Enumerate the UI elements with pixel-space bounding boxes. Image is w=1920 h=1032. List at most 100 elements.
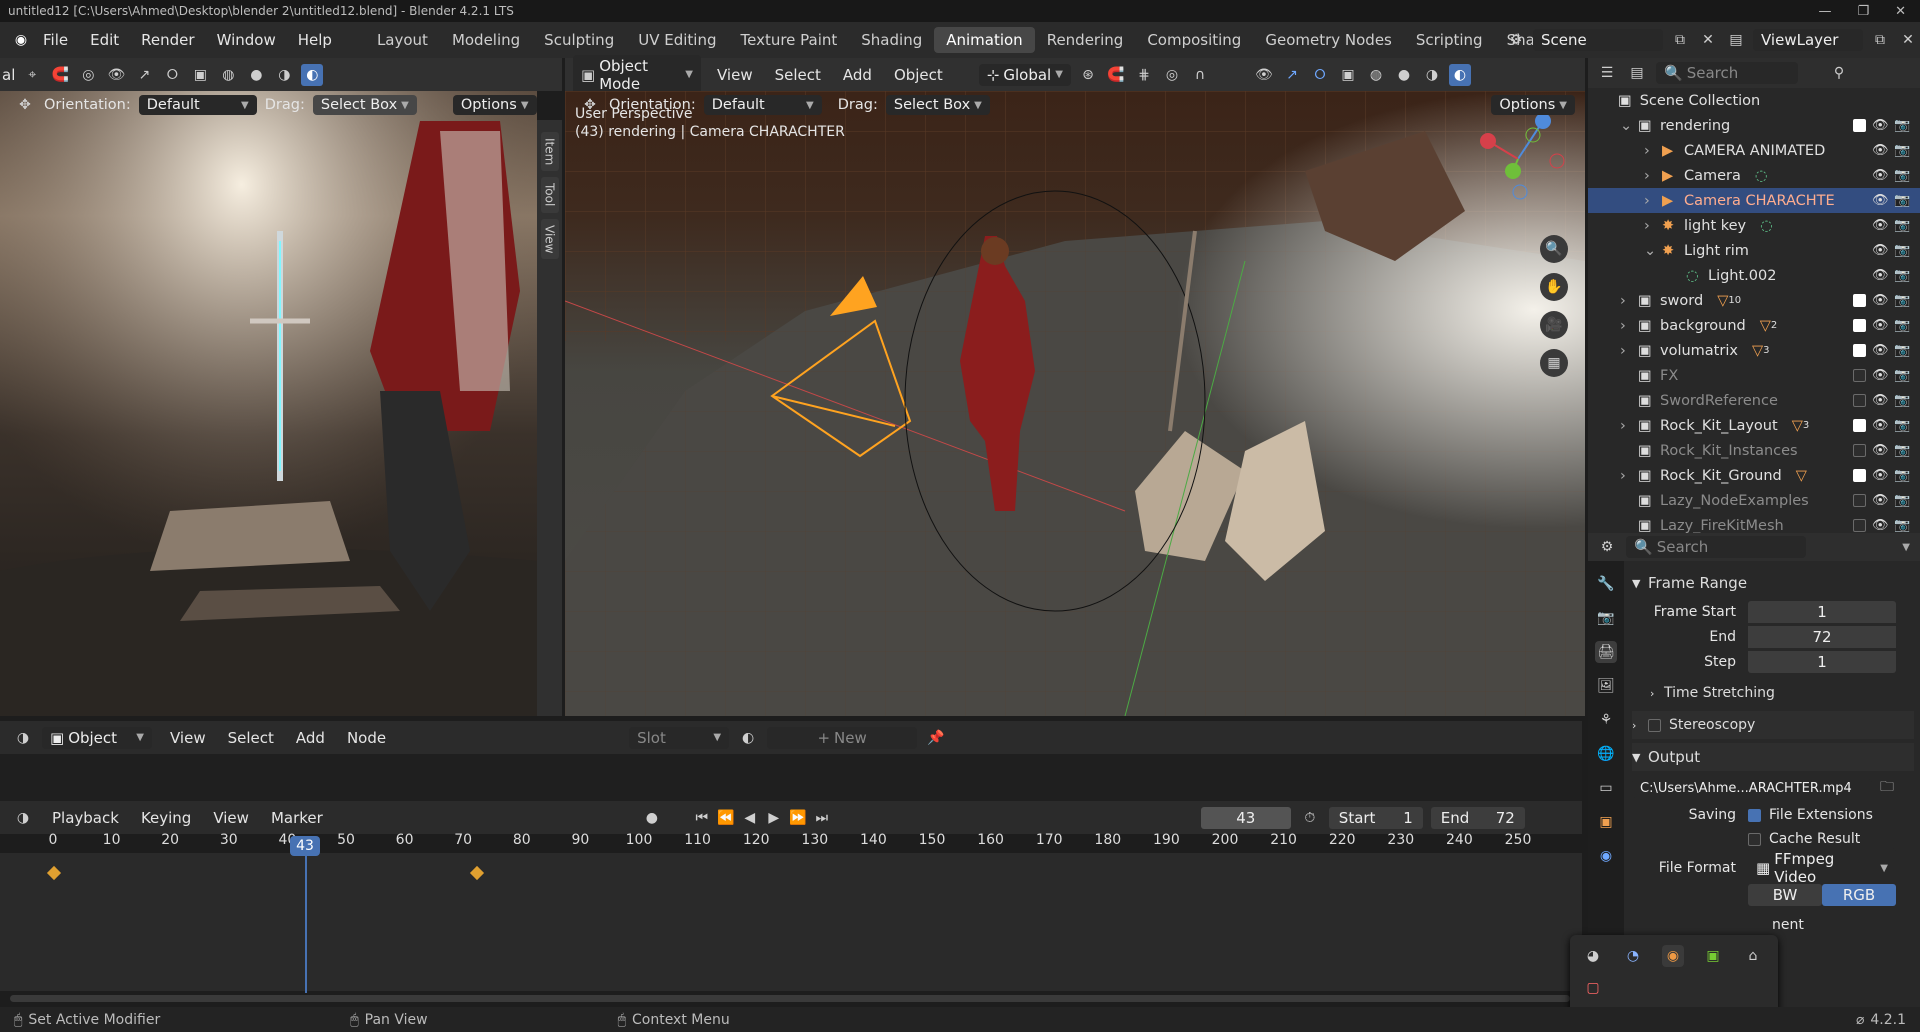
outliner-item-rock-kit-layout[interactable]: › ▣ Rock_Kit_Layout ▽ 3 👁 📷 bbox=[1588, 413, 1920, 438]
discord-icon[interactable]: ◕ bbox=[1582, 945, 1604, 967]
outliner-item-sword[interactable]: › ▣ sword ▽ 10 👁 📷 bbox=[1588, 288, 1920, 313]
drag-dropdown[interactable]: Select Box ▼ bbox=[312, 95, 417, 115]
viewport-menu-add[interactable]: Add bbox=[833, 66, 882, 84]
eye-icon[interactable]: 👁 bbox=[1872, 268, 1889, 283]
navigation-gizmo[interactable] bbox=[1473, 109, 1573, 209]
timeline-menu-playback[interactable]: Playback bbox=[42, 809, 129, 827]
tab-animation[interactable]: Animation bbox=[934, 27, 1035, 53]
color-bw-button[interactable]: BW bbox=[1748, 884, 1822, 906]
viewlayer-selector[interactable]: ViewLayer bbox=[1753, 29, 1863, 51]
exclude-checkbox[interactable] bbox=[1853, 469, 1866, 482]
mode-fragment[interactable]: al bbox=[2, 66, 15, 84]
eye-icon[interactable]: 👁 bbox=[1872, 518, 1889, 533]
editor-type-icon[interactable]: ◑ bbox=[12, 727, 34, 749]
eye-icon[interactable]: 👁 bbox=[1872, 318, 1889, 333]
new-scene-icon[interactable]: ⧉ bbox=[1669, 29, 1691, 51]
output-tab-icon[interactable]: 🖨 bbox=[1595, 641, 1617, 663]
node-menu-view[interactable]: View bbox=[160, 729, 216, 747]
auto-key-icon[interactable]: ● bbox=[641, 807, 663, 829]
expand-icon[interactable]: › bbox=[1620, 468, 1638, 484]
frame-end-field[interactable]: 72 bbox=[1748, 626, 1896, 648]
jump-start-icon[interactable]: ⏮ bbox=[691, 807, 713, 829]
snap-icon[interactable]: 🧲 bbox=[49, 64, 71, 86]
sidebar-tab-view[interactable]: View bbox=[540, 218, 559, 260]
expand-icon[interactable]: › bbox=[1620, 293, 1638, 309]
outliner-item-camera-charachte[interactable]: › ▶ Camera CHARACHTE 👁 📷 bbox=[1588, 188, 1920, 213]
outliner-item-camera[interactable]: › ▶ Camera ◌ 👁 📷 bbox=[1588, 163, 1920, 188]
wireframe-shading-icon[interactable]: ◍ bbox=[1365, 64, 1387, 86]
collection-tab-icon[interactable]: ▭ bbox=[1595, 777, 1617, 799]
expand-icon[interactable]: › bbox=[1620, 343, 1638, 359]
ortho-grid-icon[interactable]: ▦ bbox=[1540, 349, 1568, 377]
eye-icon[interactable]: 👁 bbox=[1872, 293, 1889, 308]
render-camera-icon[interactable]: 📷 bbox=[1894, 143, 1910, 158]
viewport-menu-view[interactable]: View bbox=[707, 66, 763, 84]
jump-end-icon[interactable]: ⏭ bbox=[811, 807, 833, 829]
expand-icon[interactable]: › bbox=[1644, 168, 1662, 184]
outliner-search[interactable]: 🔍 Search bbox=[1656, 62, 1798, 84]
eye-icon[interactable]: 👁 bbox=[1872, 168, 1889, 183]
tab-layout[interactable]: Layout bbox=[365, 31, 440, 49]
pin-icon[interactable]: 📌 bbox=[925, 727, 947, 749]
outliner-item-light-rim[interactable]: ⌄ ✸ Light rim 👁 📷 bbox=[1588, 238, 1920, 263]
end-frame-field[interactable]: End 72 bbox=[1430, 806, 1525, 829]
chrome-icon[interactable]: ◉ bbox=[1662, 945, 1684, 967]
overlay-icon[interactable]: ⭘ bbox=[1309, 64, 1331, 86]
orientation-dropdown[interactable]: Default ▼ bbox=[703, 95, 822, 115]
scene-collection-row[interactable]: ▣ Scene Collection bbox=[1588, 88, 1920, 113]
eye-icon[interactable]: 👁 bbox=[1872, 343, 1889, 358]
time-stretching-header[interactable]: › Time Stretching bbox=[1632, 679, 1914, 707]
snap-target-icon[interactable]: ⋕ bbox=[1133, 64, 1155, 86]
tab-scripting[interactable]: Scripting bbox=[1404, 31, 1495, 49]
blender-logo-icon[interactable]: ◉ bbox=[10, 29, 32, 51]
start-frame-field[interactable]: Start 1 bbox=[1328, 806, 1423, 829]
viewlayer-icon[interactable]: ▤ bbox=[1725, 29, 1747, 51]
camera-view-icon[interactable]: 🎥 bbox=[1540, 311, 1568, 339]
timeline-menu-keying[interactable]: Keying bbox=[131, 809, 201, 827]
rendered-shading-icon[interactable]: ◐ bbox=[301, 63, 324, 86]
solid-shading-icon[interactable]: ● bbox=[245, 64, 267, 86]
outliner-item-rock-kit-instances[interactable]: ▣ Rock_Kit_Instances 👁 📷 bbox=[1588, 438, 1920, 463]
exclude-checkbox[interactable] bbox=[1853, 419, 1866, 432]
outliner-item-light-002[interactable]: ◌ Light.002 👁 📷 bbox=[1588, 263, 1920, 288]
object-type-dropdown[interactable]: ▣ Object ▼ bbox=[42, 726, 152, 749]
tab-compositing[interactable]: Compositing bbox=[1135, 31, 1253, 49]
outliner-item-fx[interactable]: ▣ FX 👁 📷 bbox=[1588, 363, 1920, 388]
properties-search[interactable]: 🔍 Search bbox=[1626, 536, 1806, 558]
gizmo-icon[interactable]: ↗ bbox=[1281, 64, 1303, 86]
visibility-icon[interactable]: 👁 bbox=[1253, 64, 1275, 86]
output-path-field[interactable]: C:\Users\Ahme...ARACHTER.mp4 bbox=[1632, 778, 1872, 798]
exclude-checkbox[interactable] bbox=[1853, 394, 1866, 407]
eye-icon[interactable]: 👁 bbox=[1872, 118, 1889, 133]
xray-icon[interactable]: ▣ bbox=[189, 64, 211, 86]
exclude-checkbox[interactable] bbox=[1853, 369, 1866, 382]
overlay-icon[interactable]: ⭘ bbox=[161, 64, 183, 86]
object-mode-dropdown[interactable]: ▣ Object Mode ▼ bbox=[573, 54, 701, 95]
render-preview-viewport[interactable] bbox=[0, 91, 537, 716]
physics-tab-icon[interactable]: ◉ bbox=[1595, 845, 1617, 867]
tab-geometry-nodes[interactable]: Geometry Nodes bbox=[1253, 31, 1404, 49]
new-material-button[interactable]: + New bbox=[767, 726, 918, 749]
play-reverse-icon[interactable]: ◀ bbox=[739, 807, 761, 829]
minimize-icon[interactable]: — bbox=[1818, 4, 1831, 19]
render-camera-icon[interactable]: 📷 bbox=[1894, 468, 1910, 483]
render-camera-icon[interactable]: 📷 bbox=[1894, 443, 1910, 458]
expand-icon[interactable]: › bbox=[1644, 193, 1662, 209]
viewport-menu-object[interactable]: Object bbox=[884, 66, 953, 84]
current-frame-field[interactable]: 43 bbox=[1200, 806, 1291, 829]
filter-icon[interactable]: ⚲ bbox=[1828, 62, 1850, 84]
maximize-icon[interactable]: ❐ bbox=[1857, 4, 1869, 19]
outliner-item-light-key[interactable]: › ✸ light key ◌ 👁 📷 bbox=[1588, 213, 1920, 238]
rendered-shading-icon[interactable]: ◐ bbox=[1448, 63, 1471, 86]
xray-icon[interactable]: ▣ bbox=[1337, 64, 1359, 86]
stereoscopy-checkbox[interactable] bbox=[1648, 718, 1661, 732]
slot-dropdown[interactable]: Slot ▼ bbox=[629, 726, 730, 749]
expand-icon[interactable]: ⌄ bbox=[1620, 118, 1638, 134]
menu-file[interactable]: File bbox=[32, 31, 79, 49]
next-keyframe-icon[interactable]: ⏩ bbox=[787, 807, 809, 829]
proportional-icon[interactable]: ◎ bbox=[77, 64, 99, 86]
exclude-checkbox[interactable] bbox=[1853, 344, 1866, 357]
falloff-icon[interactable]: ∩ bbox=[1189, 64, 1211, 86]
select-tool-icon[interactable]: ⌖ bbox=[21, 64, 43, 86]
new-viewlayer-icon[interactable]: ⧉ bbox=[1869, 29, 1891, 51]
